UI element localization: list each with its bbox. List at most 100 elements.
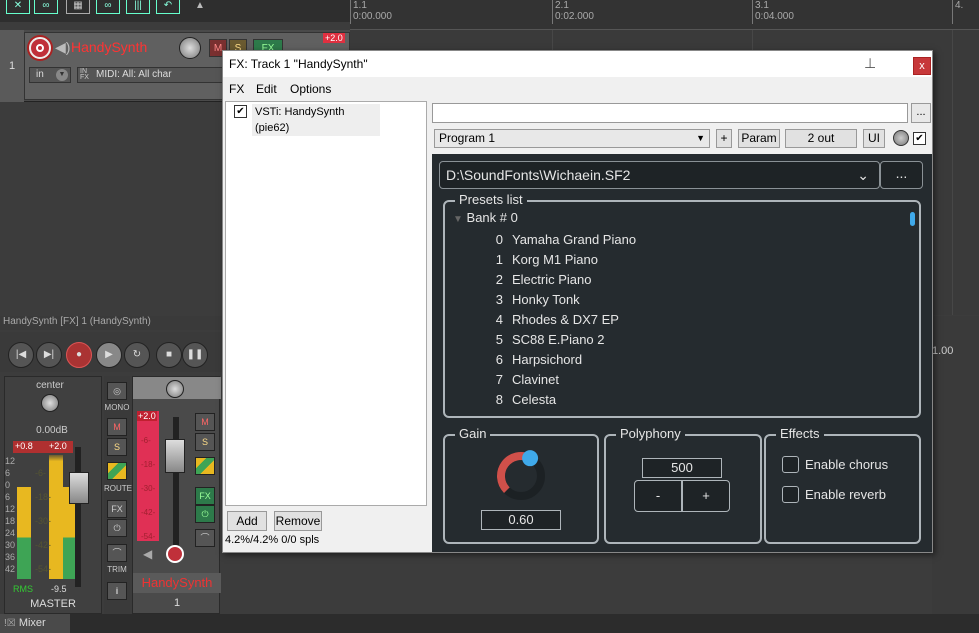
envelope-icon[interactable]: ⌒ [107, 544, 127, 562]
preset-row[interactable]: 7 Clavinet [445, 370, 885, 390]
preset-row[interactable]: 8 Celesta [445, 390, 885, 410]
toolbar-icon[interactable]: ✕ [6, 0, 30, 14]
remove-button[interactable]: Remove [274, 511, 322, 531]
ruler-mark: 1.1 0:00.000 [350, 0, 392, 24]
fx-window-title[interactable]: FX: Track 1 "HandySynth" [223, 51, 932, 77]
chevron-down-icon: ▼ [696, 133, 705, 143]
program-select[interactable]: Program 1 ▼ [434, 129, 710, 148]
volume-knob[interactable] [179, 37, 201, 59]
power-icon[interactable]: ⏻ [107, 519, 127, 537]
bypass-checkbox[interactable]: ✔ [913, 132, 926, 145]
preset-row[interactable]: 5 SC88 E.Piano 2 [445, 330, 885, 350]
grid-icon[interactable]: ▦ [66, 0, 90, 14]
pause-button[interactable]: ❚❚ [182, 342, 208, 368]
preset-more-button[interactable]: ... [911, 103, 931, 123]
go-to-start-icon[interactable]: |◀ [8, 342, 34, 368]
toolbar-icon[interactable]: ||| [126, 0, 150, 14]
close-tab-icon[interactable]: !☒ [4, 618, 16, 629]
strip-record-arm-button[interactable] [166, 545, 184, 563]
timeline-ruler[interactable]: 1.1 0:00.000 2.1 0:02.000 3.1 0:04.000 4. [350, 0, 979, 30]
polyphony-decrease-button[interactable]: - [634, 480, 682, 512]
fx-chain-list[interactable]: ✔ VSTi: HandySynth (pie62) [225, 101, 427, 506]
presets-legend: Presets list [455, 192, 527, 207]
effects-legend: Effects [776, 426, 824, 441]
go-to-end-icon[interactable]: ▶| [36, 342, 62, 368]
browse-button[interactable]: ... [880, 161, 923, 189]
mixer-header-title: HandySynth [FX] 1 (HandySynth) [0, 316, 222, 330]
preset-row[interactable]: 2 Electric Piano [445, 270, 885, 290]
master-fader[interactable] [69, 472, 89, 504]
close-button[interactable]: x [913, 57, 931, 75]
play-button[interactable]: ▶ [96, 342, 122, 368]
wet-knob[interactable] [893, 130, 909, 146]
pin-icon[interactable]: ⊥ [864, 55, 876, 72]
toolbar-icon[interactable]: ∞ [34, 0, 58, 14]
preset-name-input[interactable] [432, 103, 908, 123]
polyphony-increase-button[interactable]: + [682, 480, 730, 512]
chorus-checkbox[interactable] [782, 456, 799, 473]
lock-icon[interactable]: ▲ [188, 0, 212, 14]
mixer-tab[interactable]: !☒ Mixer [0, 614, 70, 633]
ui-button[interactable]: UI [863, 129, 885, 148]
param-button[interactable]: Param [738, 129, 780, 148]
strip-solo-button[interactable]: S [195, 433, 215, 451]
strip-fader-track [173, 417, 179, 547]
strip-fx-button[interactable]: FX [195, 487, 215, 505]
strip-fader[interactable] [165, 439, 185, 473]
chorus-label[interactable]: Enable chorus [805, 457, 888, 472]
gain-value[interactable]: 0.60 [481, 510, 561, 530]
pan-knob[interactable] [41, 394, 59, 412]
menu-edit[interactable]: Edit [256, 82, 277, 96]
midi-label: MIDI: All: All char [96, 69, 172, 80]
preset-row[interactable]: 3 Honky Tonk [445, 290, 885, 310]
record-arm-button[interactable] [29, 37, 51, 59]
menu-options[interactable]: Options [290, 82, 331, 96]
input-select[interactable]: in ▼ [29, 67, 71, 83]
track-name[interactable]: HandySynth [71, 39, 147, 55]
master-fx-button[interactable]: FX [107, 500, 127, 518]
gain-knob-handle [522, 450, 539, 467]
trim-label: TRIM [107, 565, 127, 574]
info-button[interactable]: i [107, 582, 127, 600]
strip-power-icon[interactable]: ⏻ [195, 505, 215, 523]
record-button[interactable]: ● [66, 342, 92, 368]
rms-value: -9.5 [51, 584, 67, 594]
gain-knob[interactable] [493, 448, 549, 504]
scrollbar-thumb[interactable] [910, 212, 915, 226]
stop-button[interactable]: ■ [156, 342, 182, 368]
polyphony-group: Polyphony 500 - + [604, 426, 762, 544]
toolbar-icon[interactable]: ↶ [156, 0, 180, 14]
route-icon[interactable] [107, 462, 127, 480]
pan-label: center [36, 380, 64, 391]
master-mute-button[interactable]: M [107, 418, 127, 436]
toolbar-icon[interactable]: ∞ [96, 0, 120, 14]
preset-row[interactable]: 1 Korg M1 Piano [445, 250, 885, 270]
preset-row[interactable]: 6 Harpsichord [445, 350, 885, 370]
preset-row[interactable]: 4 Rhodes & DX7 EP [445, 310, 885, 330]
menu-fx[interactable]: FX [229, 82, 244, 96]
add-preset-button[interactable]: + [716, 129, 732, 148]
io-button[interactable]: 2 out [785, 129, 857, 148]
add-button[interactable]: Add [227, 511, 267, 531]
reverb-label[interactable]: Enable reverb [805, 487, 886, 502]
strip-pan-knob[interactable] [166, 380, 184, 398]
strip-track-name[interactable]: HandySynth [133, 573, 221, 593]
repeat-icon[interactable]: ↻ [124, 342, 150, 368]
midi-input-select[interactable]: IN FX MIDI: All: All char [77, 67, 227, 83]
bank-row[interactable]: ▼ Bank # 0 [453, 210, 518, 225]
master-solo-button[interactable]: S [107, 438, 127, 456]
gain-group: Gain 0.60 [443, 426, 599, 544]
mono-icon[interactable]: ◎ [107, 382, 127, 400]
speaker-icon[interactable]: ◀) [55, 39, 70, 56]
preset-row[interactable]: 0 Yamaha Grand Piano [445, 230, 885, 250]
polyphony-value[interactable]: 500 [642, 458, 722, 478]
presets-group: Presets list ▼ Bank # 0 0 Yamaha Grand Pi… [443, 192, 921, 418]
reverb-checkbox[interactable] [782, 486, 799, 503]
strip-mute-button[interactable]: M [195, 413, 215, 431]
soundfont-select[interactable]: D:\SoundFonts\Wichaein.SF2 ⌄ [439, 161, 880, 189]
strip-envelope-icon[interactable]: ⌒ [195, 529, 215, 547]
fx-chain-item[interactable]: ✔ VSTi: HandySynth (pie62) [230, 104, 380, 136]
strip-route-icon[interactable] [195, 457, 215, 475]
strip-speaker-icon[interactable]: ◀ [143, 547, 152, 561]
fx-enable-checkbox[interactable]: ✔ [234, 105, 247, 118]
